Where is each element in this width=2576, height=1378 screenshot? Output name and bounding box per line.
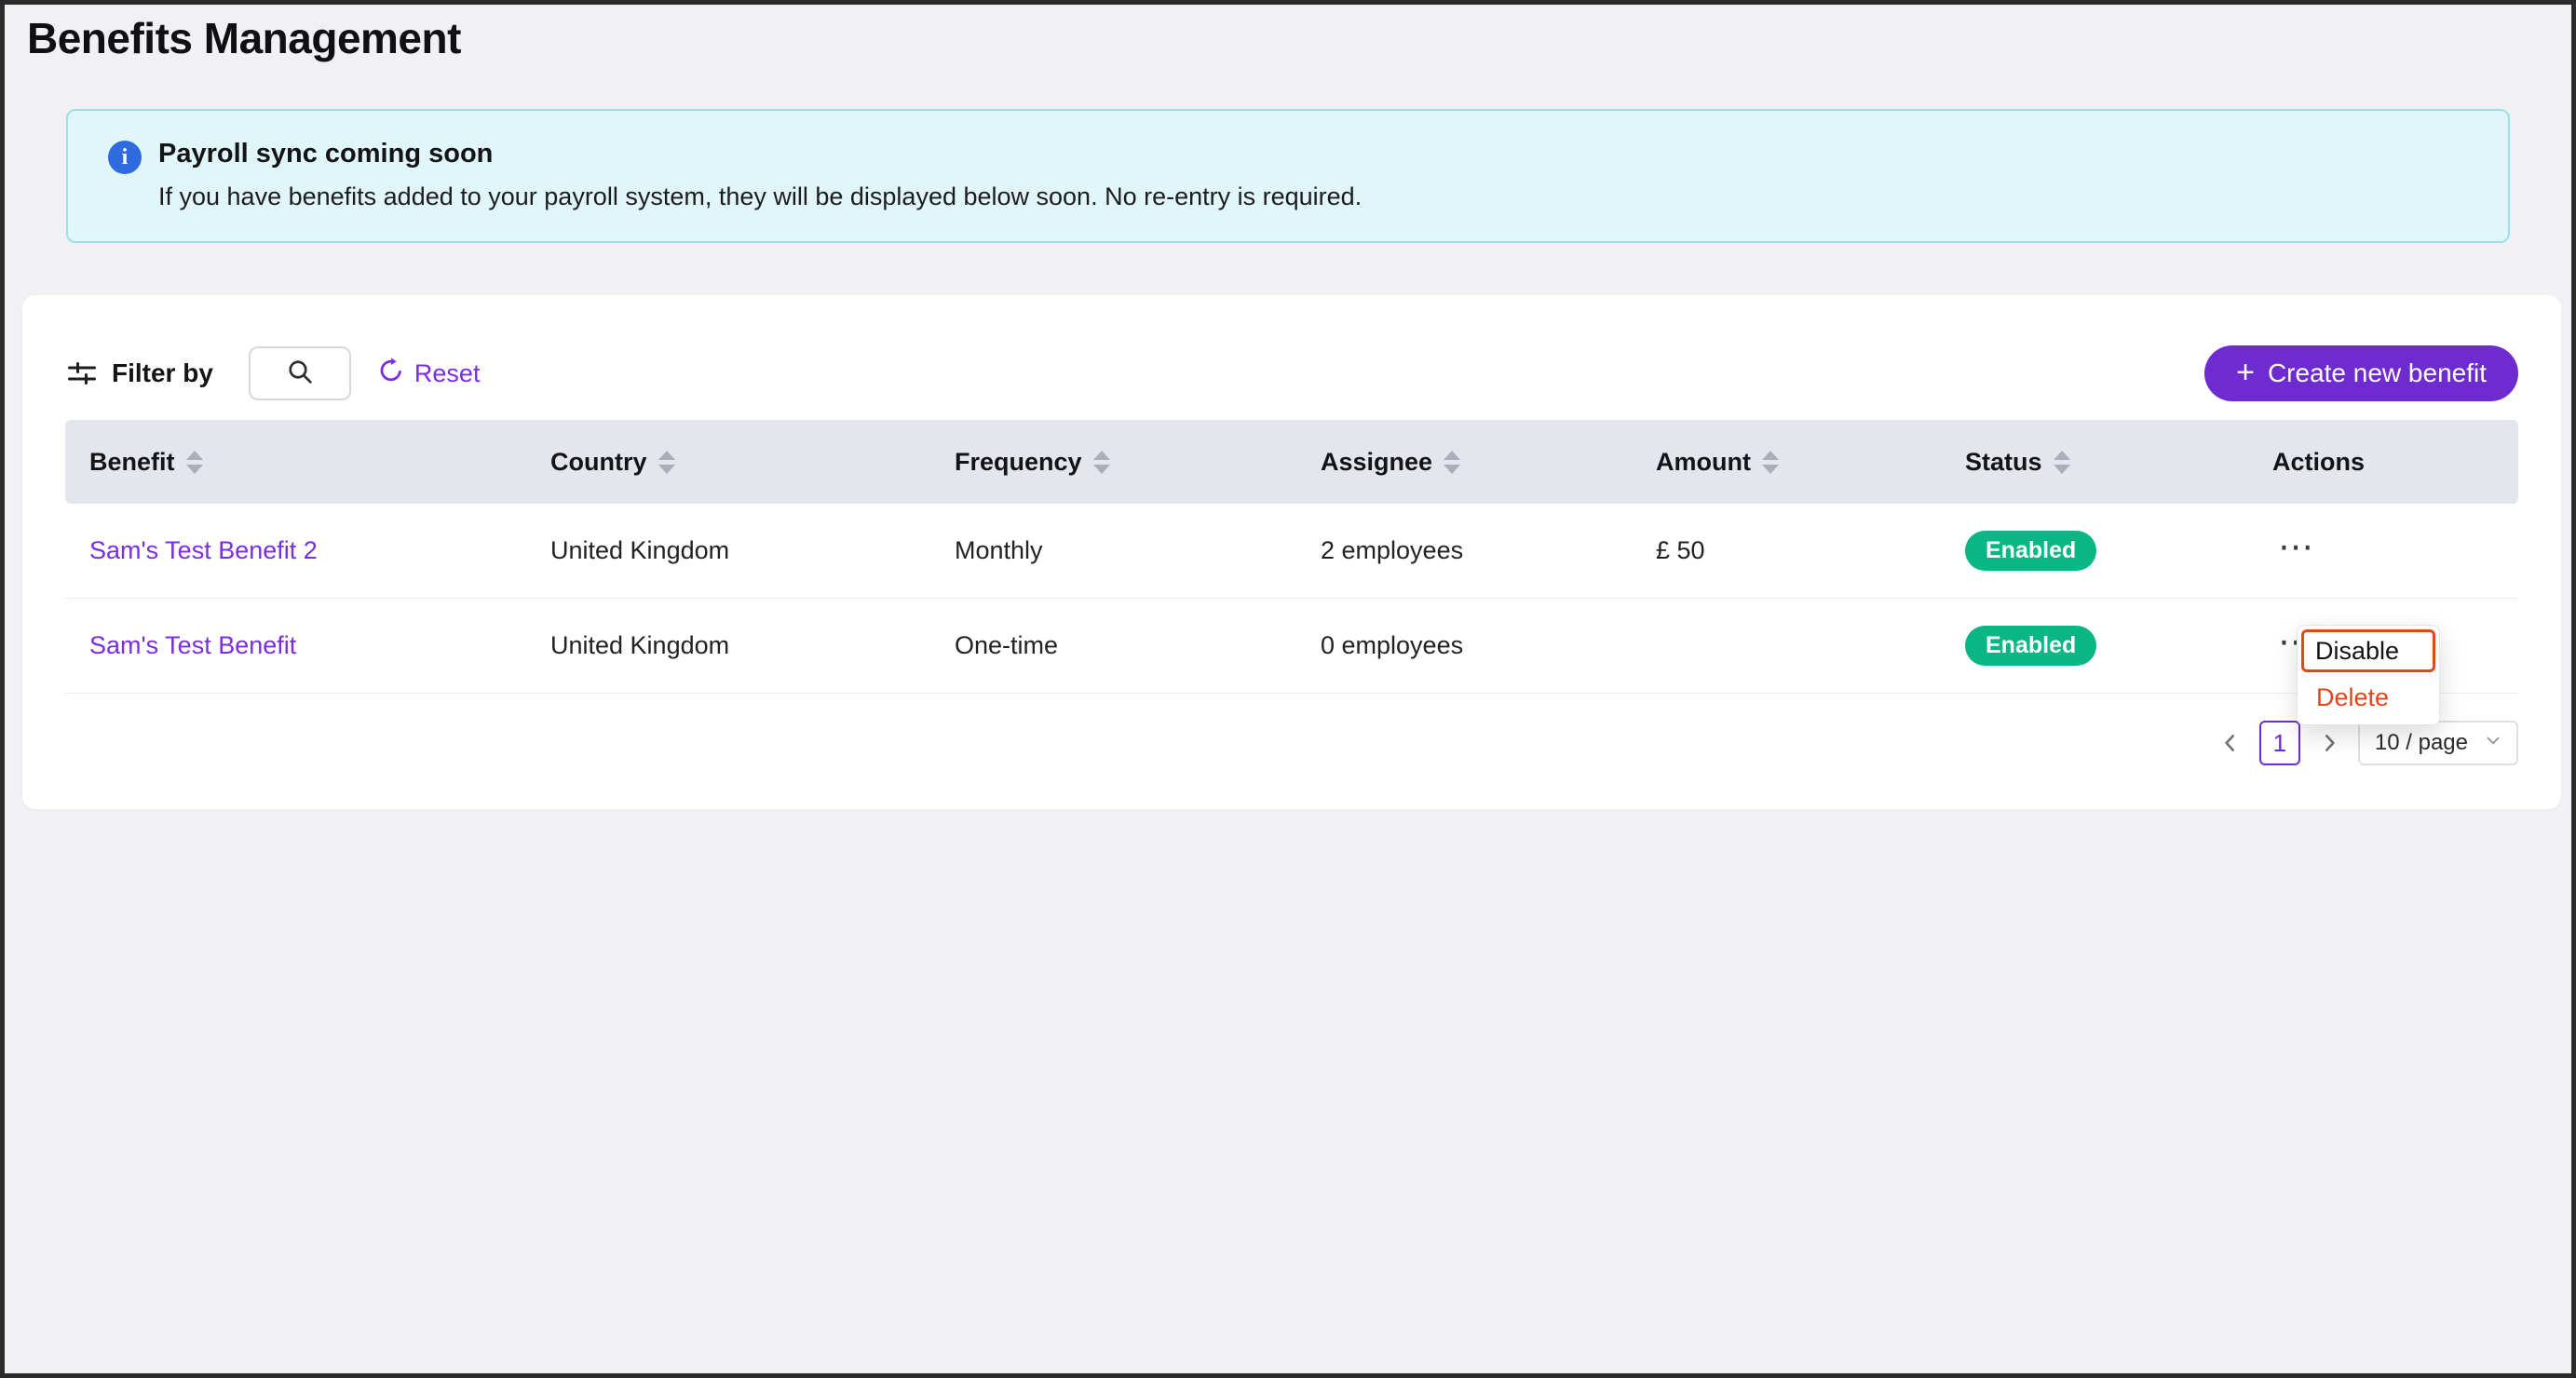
banner-text: Payroll sync coming soon If you have ben… xyxy=(158,139,1362,211)
sort-icon xyxy=(1093,451,1110,474)
reset-label: Reset xyxy=(414,359,481,388)
sort-icon xyxy=(658,451,675,474)
column-header-status[interactable]: Status xyxy=(1965,448,2272,477)
reset-button[interactable]: Reset xyxy=(377,357,481,391)
pagination: 1 10 / page xyxy=(65,720,2518,766)
previous-page-button[interactable] xyxy=(2215,727,2246,759)
menu-item-disable[interactable]: Disable xyxy=(2301,629,2435,672)
sort-icon xyxy=(2054,451,2070,474)
column-header-benefit[interactable]: Benefit xyxy=(65,448,550,477)
column-header-frequency[interactable]: Frequency xyxy=(955,448,1321,477)
page-number-button[interactable]: 1 xyxy=(2259,721,2300,765)
filter-by-label: Filter by xyxy=(112,358,213,388)
frequency-cell: One-time xyxy=(955,631,1321,660)
sort-icon xyxy=(1444,451,1460,474)
benefit-cell: Sam's Test Benefit xyxy=(65,631,550,660)
column-label: Actions xyxy=(2272,448,2365,477)
row-actions-button[interactable]: ⋯ xyxy=(2272,538,2319,557)
sort-icon xyxy=(1762,451,1779,474)
create-new-benefit-button[interactable]: + Create new benefit xyxy=(2204,345,2518,401)
info-icon: i xyxy=(108,141,142,174)
column-label: Amount xyxy=(1656,448,1751,477)
status-badge: Enabled xyxy=(1965,626,2096,667)
assignee-cell: 2 employees xyxy=(1321,536,1656,565)
country-cell: United Kingdom xyxy=(550,536,955,565)
benefits-card: Filter by Reset + C xyxy=(22,295,2561,809)
benefit-link[interactable]: Sam's Test Benefit 2 xyxy=(89,536,318,564)
page-title: Benefits Management xyxy=(27,12,2571,64)
toolbar: Filter by Reset + C xyxy=(65,295,2518,401)
actions-menu: Disable Delete xyxy=(2297,625,2440,725)
menu-item-delete[interactable]: Delete xyxy=(2301,674,2435,721)
page-size-value: 10 / page xyxy=(2375,730,2468,756)
banner-body: If you have benefits added to your payro… xyxy=(158,182,1362,211)
table-header-row: Benefit Country Frequency Assignee Amoun… xyxy=(65,420,2518,504)
benefits-table: Benefit Country Frequency Assignee Amoun… xyxy=(65,420,2518,694)
table-row: Sam's Test Benefit 2 United Kingdom Mont… xyxy=(65,504,2518,599)
column-label: Country xyxy=(550,448,647,477)
reset-icon xyxy=(377,357,405,391)
status-cell: Enabled xyxy=(1965,531,2272,572)
table-row: Sam's Test Benefit United Kingdom One-ti… xyxy=(65,599,2518,694)
filter-icon xyxy=(65,357,99,390)
actions-cell: ⋯ xyxy=(2272,536,2518,565)
benefit-link[interactable]: Sam's Test Benefit xyxy=(89,631,296,659)
next-page-button[interactable] xyxy=(2313,727,2345,759)
assignee-cell: 0 employees xyxy=(1321,631,1656,660)
chevron-down-icon xyxy=(2483,730,2503,757)
benefits-management-page: Benefits Management i Payroll sync comin… xyxy=(0,0,2576,1378)
column-label: Status xyxy=(1965,448,2042,477)
plus-icon: + xyxy=(2236,357,2255,388)
page-size-select[interactable]: 10 / page xyxy=(2358,721,2518,765)
benefit-cell: Sam's Test Benefit 2 xyxy=(65,536,550,565)
country-cell: United Kingdom xyxy=(550,631,955,660)
status-badge: Enabled xyxy=(1965,531,2096,572)
create-new-benefit-label: Create new benefit xyxy=(2268,358,2487,388)
sort-icon xyxy=(186,451,203,474)
column-label: Frequency xyxy=(955,448,1082,477)
status-cell: Enabled xyxy=(1965,626,2272,667)
search-input[interactable] xyxy=(249,346,351,400)
amount-cell: £ 50 xyxy=(1656,536,1965,565)
info-banner: i Payroll sync coming soon If you have b… xyxy=(66,109,2510,243)
column-label: Assignee xyxy=(1321,448,1432,477)
column-header-country[interactable]: Country xyxy=(550,448,955,477)
banner-title: Payroll sync coming soon xyxy=(158,139,1362,169)
search-icon xyxy=(285,357,315,391)
column-label: Benefit xyxy=(89,448,175,477)
column-header-actions: Actions xyxy=(2272,448,2518,477)
column-header-assignee[interactable]: Assignee xyxy=(1321,448,1656,477)
column-header-amount[interactable]: Amount xyxy=(1656,448,1965,477)
frequency-cell: Monthly xyxy=(955,536,1321,565)
